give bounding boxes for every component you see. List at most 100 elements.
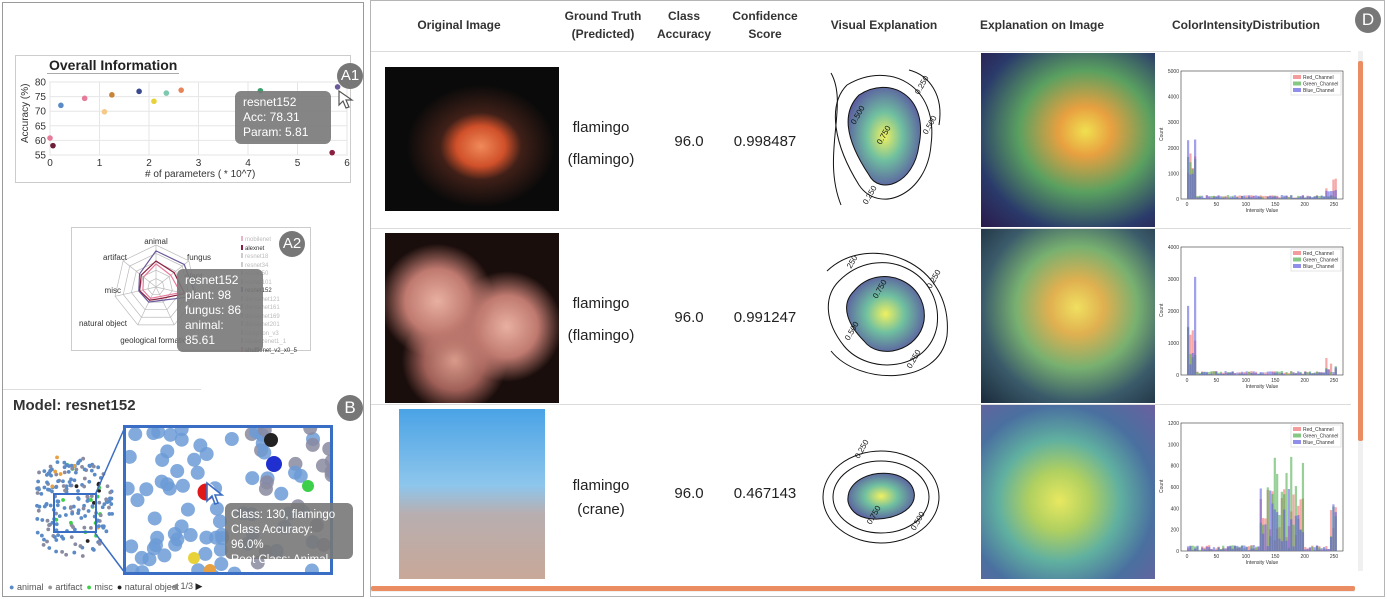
histogram-legend-label: Green_Channel bbox=[1303, 82, 1338, 88]
vertical-scrollbar[interactable] bbox=[1358, 51, 1363, 571]
explanation-overlay-image[interactable] bbox=[981, 53, 1155, 227]
explanation-overlay-image[interactable] bbox=[981, 405, 1155, 579]
histogram-legend-label: Green_Channel bbox=[1303, 258, 1338, 264]
column-header[interactable]: Original Image bbox=[401, 16, 517, 34]
histogram-bar bbox=[1301, 374, 1305, 375]
tsne-zoom-point bbox=[146, 541, 161, 556]
scatter-point[interactable] bbox=[163, 90, 170, 96]
column-header[interactable]: Class Accuracy bbox=[653, 7, 715, 43]
histogram-bar bbox=[1250, 196, 1253, 199]
class-legend-item[interactable]: ● animal bbox=[9, 582, 43, 592]
histogram-bar bbox=[1320, 195, 1323, 199]
scatter-point[interactable] bbox=[136, 88, 142, 95]
scatter-point[interactable] bbox=[47, 135, 53, 141]
tsne-zoom-point bbox=[259, 475, 274, 490]
color-intensity-histogram[interactable]: Count5000400030002000100000 50 100 150 200 25… bbox=[1157, 61, 1347, 221]
tsne-point bbox=[74, 484, 79, 489]
histogram-y-tick: 200 bbox=[1171, 528, 1180, 534]
histogram-bar bbox=[1257, 373, 1260, 375]
vertical-scroll-thumb[interactable] bbox=[1358, 61, 1363, 441]
histogram-bar bbox=[1215, 371, 1218, 375]
histogram-bar bbox=[1222, 373, 1225, 375]
radar-legend-item[interactable]: resnet18 bbox=[241, 253, 313, 262]
color-intensity-histogram[interactable]: Count1200100080060040020000 50 100 150 200 25… bbox=[1157, 413, 1347, 573]
scatter-point[interactable] bbox=[329, 149, 335, 156]
histogram-bar bbox=[1283, 509, 1286, 551]
class-legend-item[interactable]: ● natural object bbox=[117, 582, 179, 592]
tsne-point bbox=[56, 479, 60, 484]
histogram-y-tick: 1000 bbox=[1168, 171, 1179, 177]
histogram-bar bbox=[1226, 195, 1230, 199]
scatter-point[interactable] bbox=[151, 98, 157, 105]
histogram-bar bbox=[1306, 196, 1309, 199]
histogram-bar bbox=[1201, 547, 1204, 551]
class-tooltip: Class: 130, flamingo Class Accuracy: 96.… bbox=[225, 503, 353, 566]
histogram-bar bbox=[1278, 374, 1281, 375]
scatter-x-ticks: 0 1 2 3 4 5 6 bbox=[47, 158, 350, 169]
histogram-x-tick: 250 bbox=[1330, 202, 1339, 208]
model-title: Model: resnet152 bbox=[13, 397, 136, 414]
visual-explanation-contour[interactable]: 0.2500.750 0.500 bbox=[819, 417, 949, 567]
histogram-bar bbox=[1266, 371, 1269, 375]
column-header[interactable]: Ground Truth (Predicted) bbox=[557, 7, 649, 43]
explanation-overlay-image[interactable] bbox=[981, 229, 1155, 403]
original-image[interactable] bbox=[399, 409, 545, 579]
radar-axis-label: natural object bbox=[79, 319, 128, 328]
class-tooltip-accuracy: Class Accuracy: 96.0% bbox=[231, 524, 313, 551]
tsne-point bbox=[40, 518, 45, 522]
tsne-point bbox=[80, 554, 85, 558]
column-header[interactable]: ColorIntensityDistribution bbox=[1161, 16, 1331, 34]
table-row[interactable]: flamingo (crane) 96.0 0.467143 0.250 0.750 0.5… bbox=[371, 405, 1351, 579]
color-intensity-histogram[interactable]: Count400030002000100000 50 100 150 200 250Int… bbox=[1157, 237, 1347, 397]
histogram-bar bbox=[1217, 195, 1220, 199]
column-header[interactable]: Confidence Score bbox=[723, 7, 807, 43]
class-legend-item[interactable]: ● artifact bbox=[47, 582, 82, 592]
table-row[interactable]: flamingo (flamingo) 96.0 0.998487 0.250 0.500… bbox=[371, 53, 1351, 229]
histogram-bar bbox=[1245, 547, 1248, 551]
y-tick-label: 80 bbox=[35, 78, 47, 89]
histogram-bar bbox=[1238, 198, 1241, 199]
histogram-bar bbox=[1278, 538, 1281, 551]
histogram-bar bbox=[1308, 196, 1312, 199]
next-page-icon[interactable]: ▶ bbox=[195, 581, 202, 591]
histogram-bar bbox=[1215, 196, 1218, 199]
scatter-point[interactable] bbox=[101, 108, 108, 115]
tsne-point bbox=[82, 484, 87, 489]
tsne-point bbox=[53, 469, 58, 474]
scatter-point[interactable] bbox=[58, 102, 64, 109]
tsne-zoom-point bbox=[199, 446, 214, 461]
header-divider bbox=[371, 51, 1351, 52]
zoom-selection-box[interactable] bbox=[53, 493, 97, 533]
horizontal-scrollbar[interactable] bbox=[371, 586, 1355, 592]
tsne-point bbox=[42, 469, 47, 474]
prev-page-icon[interactable]: ◀ bbox=[171, 581, 178, 591]
horizontal-scroll-thumb[interactable] bbox=[371, 586, 1355, 591]
class-legend-item[interactable]: ● misc bbox=[86, 582, 112, 592]
histogram-bar bbox=[1240, 195, 1244, 199]
scatter-point[interactable] bbox=[81, 95, 88, 102]
histogram-bar bbox=[1247, 550, 1251, 551]
original-image[interactable] bbox=[385, 233, 559, 403]
histogram-x-label: Intensity Value bbox=[1246, 384, 1279, 390]
visual-explanation-contour[interactable]: 0.2500.5000.750 0.5000.250 bbox=[819, 65, 949, 215]
tsne-point bbox=[87, 479, 92, 484]
tsne-point bbox=[72, 550, 77, 555]
tsne-point bbox=[44, 473, 49, 477]
histogram-bar bbox=[1327, 191, 1330, 199]
column-header[interactable]: Explanation on Image bbox=[969, 16, 1115, 34]
histogram-bar bbox=[1332, 504, 1335, 551]
scatter-point[interactable] bbox=[178, 87, 184, 93]
scatter-point[interactable] bbox=[109, 92, 115, 98]
tsne-point bbox=[35, 517, 40, 521]
tsne-zoom-point bbox=[134, 550, 149, 565]
tsne-point bbox=[41, 542, 46, 547]
tsne-zoom-point bbox=[155, 452, 170, 467]
radar-tooltip-plant: plant: 98 bbox=[185, 288, 232, 302]
table-row[interactable]: flamingo (flamingo) 96.0 0.991247 250 0.250 0.… bbox=[371, 229, 1351, 405]
column-header[interactable]: Visual Explanation bbox=[819, 16, 949, 34]
original-image[interactable] bbox=[385, 67, 559, 211]
scatter-point[interactable] bbox=[50, 142, 56, 149]
visual-explanation-contour[interactable]: 2500.2500.7500.5000.250 bbox=[819, 241, 949, 391]
class-accuracy-value: 96.0 bbox=[674, 309, 704, 326]
tsne-point bbox=[81, 456, 86, 461]
